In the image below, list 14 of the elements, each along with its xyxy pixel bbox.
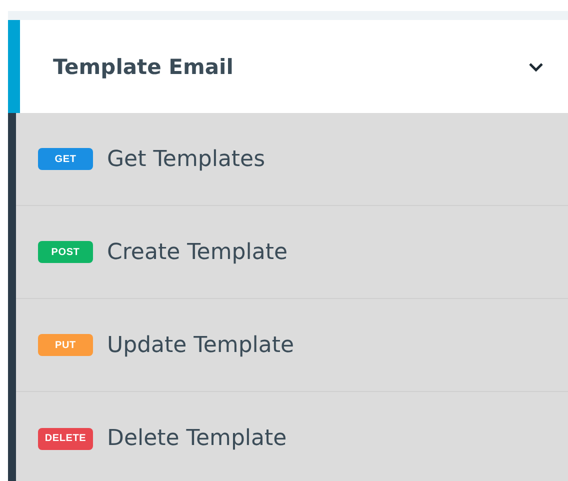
method-badge: POST <box>38 241 93 263</box>
endpoint-label: Get Templates <box>107 146 266 172</box>
endpoint-item[interactable]: PUT Update Template <box>16 299 568 392</box>
endpoint-label: Update Template <box>107 332 294 358</box>
endpoint-item[interactable]: DELETE Delete Template <box>16 392 568 481</box>
method-badge: DELETE <box>38 428 93 450</box>
endpoint-item[interactable]: GET Get Templates <box>16 113 568 206</box>
group-title: Template Email <box>53 54 234 78</box>
chevron-icon[interactable] <box>528 62 544 72</box>
method-badge: GET <box>38 148 93 170</box>
endpoint-label: Create Template <box>107 240 288 264</box>
endpoint-label: Delete Template <box>107 426 287 451</box>
method-badge: PUT <box>38 334 93 356</box>
endpoint-item[interactable]: POST Create Template <box>16 206 568 299</box>
